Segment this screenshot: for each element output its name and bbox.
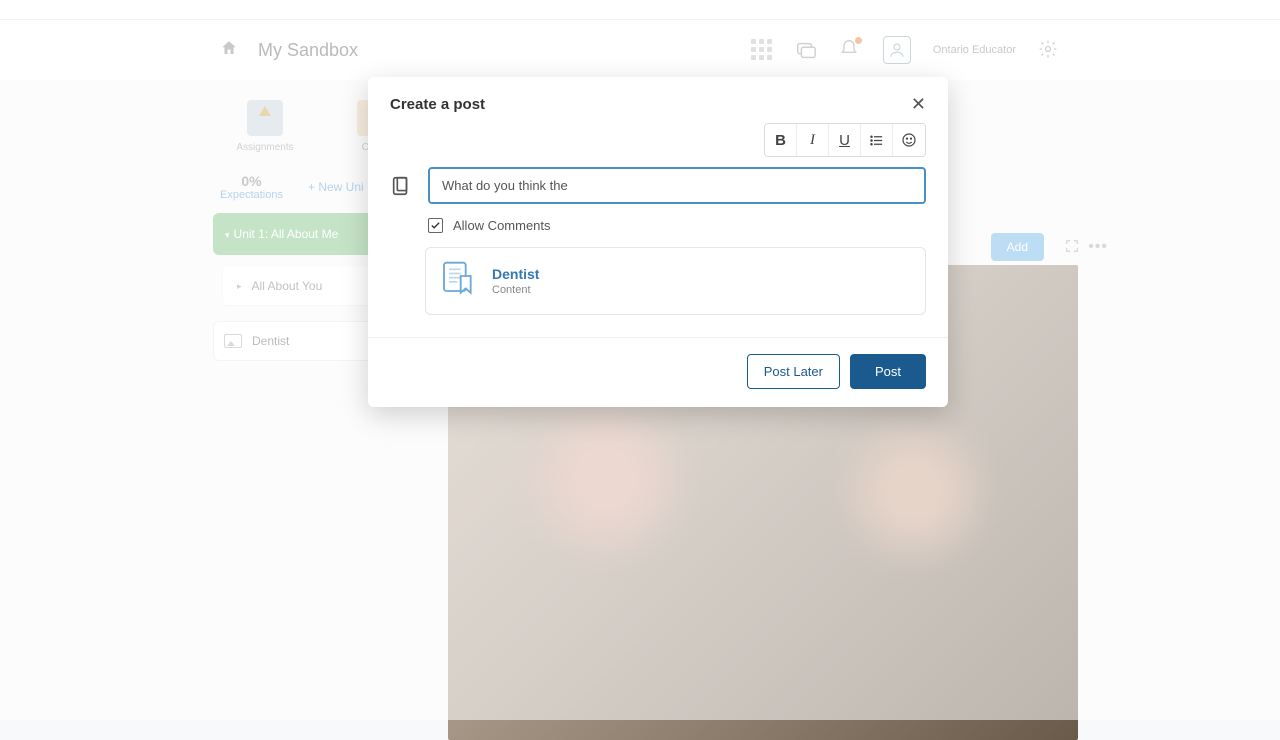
subunit-label: All About You xyxy=(252,279,323,293)
messages-icon[interactable] xyxy=(795,39,817,61)
app-header: My Sandbox Ontario Educator xyxy=(0,20,1280,80)
expectations-widget[interactable]: 0% Expectations xyxy=(220,173,283,201)
modal-title: Create a post xyxy=(390,96,485,113)
bold-button[interactable]: B xyxy=(765,124,797,156)
notifications-icon[interactable] xyxy=(839,39,861,61)
assignments-tool[interactable]: Assignments xyxy=(225,100,305,153)
post-button[interactable]: Post xyxy=(850,354,926,389)
italic-button[interactable]: I xyxy=(797,124,829,156)
content-card-label: Dentist xyxy=(252,334,289,348)
expectations-label: Expectations xyxy=(220,189,283,201)
user-avatar-icon[interactable] xyxy=(883,36,911,64)
attached-content-card[interactable]: Dentist Content xyxy=(425,247,926,315)
emoji-button[interactable] xyxy=(893,124,925,156)
list-button[interactable] xyxy=(861,124,893,156)
close-icon[interactable]: ✕ xyxy=(911,95,926,113)
allow-comments-label: Allow Comments xyxy=(453,218,551,233)
underline-button[interactable]: U xyxy=(829,124,861,156)
settings-gear-icon[interactable] xyxy=(1038,39,1060,61)
allow-comments-checkbox[interactable] xyxy=(428,218,443,233)
post-later-button[interactable]: Post Later xyxy=(747,354,840,389)
new-unit-link[interactable]: + New Uni xyxy=(308,180,364,194)
user-name-label[interactable]: Ontario Educator xyxy=(933,44,1016,56)
format-toolbar: B I U xyxy=(764,123,926,157)
expand-icon[interactable] xyxy=(1064,238,1080,254)
home-icon[interactable] xyxy=(220,39,238,62)
create-post-modal: Create a post ✕ B I U Allow Comments xyxy=(368,77,948,407)
unit-card-label: Unit 1: All About Me xyxy=(234,227,339,241)
post-text-input[interactable] xyxy=(428,167,926,204)
more-icon[interactable]: ••• xyxy=(1088,238,1108,256)
add-button[interactable]: Add xyxy=(991,233,1044,261)
apps-grid-icon[interactable] xyxy=(751,39,773,61)
expectations-pct: 0% xyxy=(220,173,283,189)
attachment-icon[interactable] xyxy=(390,175,412,197)
assignments-label: Assignments xyxy=(236,142,293,153)
attachment-subtitle: Content xyxy=(492,284,539,296)
attachment-title: Dentist xyxy=(492,266,539,282)
document-bookmark-icon xyxy=(442,261,476,301)
image-icon xyxy=(224,334,242,348)
course-title[interactable]: My Sandbox xyxy=(258,40,358,61)
assignments-icon xyxy=(247,100,283,136)
